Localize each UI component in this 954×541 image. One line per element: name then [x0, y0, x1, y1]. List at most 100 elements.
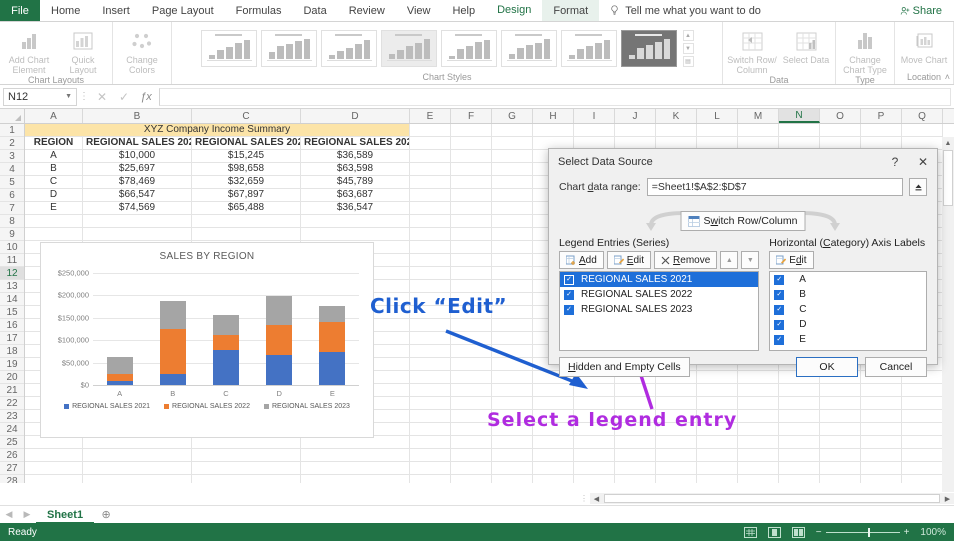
embedded-chart[interactable]: SALES BY REGION $250,000 $200,000 $150,0…: [40, 242, 374, 438]
row-header-19[interactable]: 19: [0, 358, 24, 371]
cell-C9[interactable]: [192, 228, 301, 241]
cell-J27[interactable]: [615, 462, 656, 475]
column-header-B[interactable]: B: [83, 109, 192, 123]
cell-F21[interactable]: [451, 384, 492, 397]
cell-P26[interactable]: [861, 449, 902, 462]
move-series-down-button[interactable]: ▼: [741, 251, 760, 269]
axis-label-item[interactable]: ✓ A: [770, 272, 926, 287]
cell-N1[interactable]: [779, 124, 820, 137]
cell-E16[interactable]: [410, 319, 451, 332]
vertical-scroll-thumb[interactable]: [943, 150, 953, 206]
axis-label-item[interactable]: ✓ E: [770, 332, 926, 347]
scrollbar-grip[interactable]: ⋮: [578, 494, 590, 503]
row-header-13[interactable]: 13: [0, 280, 24, 293]
cell-H25[interactable]: [533, 436, 574, 449]
row-header-11[interactable]: 11: [0, 254, 24, 267]
cell-Q25[interactable]: [902, 436, 943, 449]
cell-O26[interactable]: [820, 449, 861, 462]
cell-N28[interactable]: [779, 475, 820, 483]
cell-F8[interactable]: [451, 215, 492, 228]
cell-G28[interactable]: [492, 475, 533, 483]
cell-C28[interactable]: [192, 475, 301, 483]
cell-C7[interactable]: $65,488: [192, 202, 301, 215]
series-checkbox[interactable]: ✓: [564, 289, 574, 300]
cell-B2[interactable]: REGIONAL SALES 2021: [83, 137, 192, 150]
cell-I25[interactable]: [574, 436, 615, 449]
cell-B8[interactable]: [83, 215, 192, 228]
row-header-26[interactable]: 26: [0, 449, 24, 462]
dialog-title-bar[interactable]: Select Data Source ? ✕: [549, 149, 937, 175]
cell-M26[interactable]: [738, 449, 779, 462]
page-layout-view-button[interactable]: [767, 526, 781, 538]
row-header-4[interactable]: 4: [0, 163, 24, 176]
cell-B4[interactable]: $25,697: [83, 163, 192, 176]
series-checkbox[interactable]: ✓: [564, 304, 574, 315]
cell-K25[interactable]: [656, 436, 697, 449]
cell-P1[interactable]: [861, 124, 902, 137]
cell-F25[interactable]: [451, 436, 492, 449]
cell-J22[interactable]: [615, 397, 656, 410]
chart-style-thumb[interactable]: [560, 30, 617, 67]
add-sheet-button[interactable]: ⊕: [94, 508, 118, 521]
cell-A9[interactable]: [25, 228, 83, 241]
cell-E12[interactable]: [410, 267, 451, 280]
cell-L22[interactable]: [697, 397, 738, 410]
row-header-10[interactable]: 10: [0, 241, 24, 254]
cell-M25[interactable]: [738, 436, 779, 449]
legend-entries-list[interactable]: ✓ REGIONAL SALES 2021 ✓ REGIONAL SALES 2022…: [559, 271, 760, 351]
column-header-I[interactable]: I: [574, 109, 615, 123]
chart-style-thumb[interactable]: [320, 30, 377, 67]
cell-H26[interactable]: [533, 449, 574, 462]
axis-label-checkbox[interactable]: ✓: [774, 274, 785, 285]
formula-input[interactable]: [159, 87, 951, 106]
cell-B3[interactable]: $10,000: [83, 150, 192, 163]
cell-C5[interactable]: $32,659: [192, 176, 301, 189]
cell-F23[interactable]: [451, 410, 492, 423]
cell-L21[interactable]: [697, 384, 738, 397]
cell-M27[interactable]: [738, 462, 779, 475]
scroll-left-icon[interactable]: ◀: [590, 493, 603, 504]
cell-I1[interactable]: [574, 124, 615, 137]
row-header-16[interactable]: 16: [0, 319, 24, 332]
name-box[interactable]: N12 ▼: [3, 87, 77, 106]
tab-page-layout[interactable]: Page Layout: [141, 0, 225, 21]
cell-A7[interactable]: E: [25, 202, 83, 215]
zoom-out-button[interactable]: −: [816, 527, 822, 538]
cell-G22[interactable]: [492, 397, 533, 410]
cell-F2[interactable]: [451, 137, 492, 150]
cell-Q27[interactable]: [902, 462, 943, 475]
cell-G27[interactable]: [492, 462, 533, 475]
bar-group-B[interactable]: [159, 300, 186, 385]
cell-D5[interactable]: $45,789: [301, 176, 410, 189]
cell-A6[interactable]: D: [25, 189, 83, 202]
series-checkbox[interactable]: ✓: [564, 274, 574, 285]
cell-H22[interactable]: [533, 397, 574, 410]
cell-E27[interactable]: [410, 462, 451, 475]
cell-D27[interactable]: [301, 462, 410, 475]
cell-N26[interactable]: [779, 449, 820, 462]
cell-E18[interactable]: [410, 345, 451, 358]
column-header-D[interactable]: D: [301, 109, 410, 123]
cell-G21[interactable]: [492, 384, 533, 397]
cell-O21[interactable]: [820, 384, 861, 397]
tell-me-box[interactable]: Tell me what you want to do: [599, 0, 761, 21]
edit-series-button[interactable]: Edit: [606, 251, 652, 269]
cell-E17[interactable]: [410, 332, 451, 345]
column-header-N[interactable]: N: [779, 109, 820, 123]
cell-O24[interactable]: [820, 423, 861, 436]
cell-B26[interactable]: [83, 449, 192, 462]
cell-F13[interactable]: [451, 280, 492, 293]
close-icon[interactable]: ✕: [909, 150, 937, 174]
cell-C6[interactable]: $67,897: [192, 189, 301, 202]
cell-L28[interactable]: [697, 475, 738, 483]
row-header-21[interactable]: 21: [0, 384, 24, 397]
cell-C8[interactable]: [192, 215, 301, 228]
column-header-G[interactable]: G: [492, 109, 533, 123]
row-header-3[interactable]: 3: [0, 150, 24, 163]
cell-A4[interactable]: B: [25, 163, 83, 176]
axis-label-item[interactable]: ✓ C: [770, 302, 926, 317]
page-break-preview-button[interactable]: [791, 526, 805, 538]
cell-E6[interactable]: [410, 189, 451, 202]
tab-review[interactable]: Review: [338, 0, 396, 21]
cell-G10[interactable]: [492, 241, 533, 254]
